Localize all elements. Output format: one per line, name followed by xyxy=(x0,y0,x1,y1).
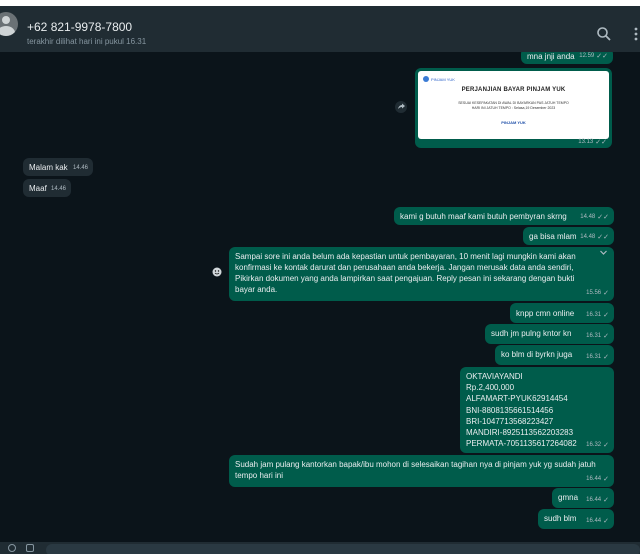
message-meta: 15.56 ✓ xyxy=(586,288,609,299)
contact-name: +62 821-9978-7800 xyxy=(27,20,133,34)
message-meta: 16.32 ✓ xyxy=(586,440,609,451)
message-bubble-out[interactable]: OKTAVIAYANDI Rp.2,400,000 ALFAMART-PYUK6… xyxy=(460,367,614,453)
read-receipt-icon: ✓ xyxy=(603,497,609,504)
emoji-reaction-icon[interactable] xyxy=(212,267,222,277)
document-line1: SESUAI KESEPAKATAN DI AWAL DI BAYARKAN P… xyxy=(458,101,569,105)
attach-icon[interactable] xyxy=(26,544,34,552)
message-time: 14.48 xyxy=(580,234,596,240)
message-meta: 16.44 ✓ xyxy=(586,474,609,485)
read-receipt-icon: ✓✓ xyxy=(597,234,609,241)
read-receipt-icon: ✓ xyxy=(603,290,609,297)
chat-area[interactable]: mna jnji anda 12.59 ✓✓ PINJAM YUK PERJANJ… xyxy=(0,52,640,542)
message-meta: 16.44 ✓ xyxy=(586,495,609,506)
message-meta: 16.44 ✓ xyxy=(586,516,609,527)
message-time: 15.56 xyxy=(586,290,602,296)
message-meta: 13.13 ✓✓ xyxy=(578,138,607,146)
message-time: 16.44 xyxy=(586,497,602,503)
contact-info[interactable]: +62 821-9978-7800 terakhir dilihat hari … xyxy=(27,20,146,46)
message-text: Sudah jam pulang kantorkan bapak/ibu moh… xyxy=(235,460,596,480)
read-receipt-icon: ✓ xyxy=(603,441,609,449)
avatar[interactable] xyxy=(0,12,18,36)
document-brand: PINJAM YUK xyxy=(501,120,526,125)
message-meta: 14.48 ✓✓ xyxy=(580,232,609,243)
message-input[interactable] xyxy=(46,544,640,554)
read-receipt-icon: ✓ xyxy=(603,354,609,361)
read-receipt-icon: ✓✓ xyxy=(595,139,607,146)
message-time: 16.31 xyxy=(586,333,602,339)
message-line: Rp.2,400,000 xyxy=(466,383,515,393)
read-receipt-icon: ✓ xyxy=(603,518,609,525)
message-meta: 14.46 xyxy=(73,163,88,174)
compose-bar xyxy=(0,542,640,554)
document-line2: HARI INI JATUH TEMPO : Selasa,19 Desembe… xyxy=(471,106,556,110)
message-line: BNI-8808135661514456 xyxy=(466,405,554,415)
message-bubble-out[interactable]: Sampai sore ini anda belum ada kepastian… xyxy=(229,247,614,301)
message-time: 16.32 xyxy=(586,441,602,448)
read-receipt-icon: ✓ xyxy=(603,476,609,483)
read-receipt-icon: ✓ xyxy=(603,312,609,319)
search-icon[interactable] xyxy=(596,26,612,42)
message-bubble-out[interactable]: Sudah jam pulang kantorkan bapak/ibu moh… xyxy=(229,455,614,487)
message-bubble-out[interactable]: gmna 16.44 ✓ xyxy=(552,488,614,508)
message-time: 13.13 xyxy=(578,139,594,145)
message-time: 14.46 xyxy=(72,165,88,171)
message-line: MANDIRI-8925113562203283 xyxy=(466,428,574,438)
message-time: 12.59 xyxy=(579,53,595,59)
message-meta: 16.31 ✓ xyxy=(586,331,609,342)
message-time: 14.48 xyxy=(580,214,596,220)
brand-logo: PINJAM YUK xyxy=(423,76,455,82)
message-line: ALFAMART-PYUK62914454 xyxy=(466,394,568,404)
read-receipt-icon: ✓✓ xyxy=(597,214,609,221)
message-bubble-out[interactable]: mna jnji anda 12.59 ✓✓ xyxy=(521,52,613,64)
message-bubble-out[interactable]: sudh blm 16.44 ✓ xyxy=(538,509,614,529)
emoji-icon[interactable] xyxy=(8,544,16,552)
message-meta: 12.59 ✓✓ xyxy=(579,52,608,62)
message-time: 16.44 xyxy=(586,518,602,524)
message-meta: 14.46 xyxy=(51,184,66,195)
message-text: kami g butuh maaf kami butuh pembyran sk… xyxy=(400,212,567,221)
forward-icon[interactable] xyxy=(395,101,407,113)
document-card[interactable]: PINJAM YUK PERJANJIAN BAYAR PINJAM YUK S… xyxy=(415,68,612,148)
message-line: OKTAVIAYANDI xyxy=(466,372,523,381)
chevron-down-icon[interactable] xyxy=(599,248,608,257)
menu-icon[interactable] xyxy=(628,26,640,42)
document-preview[interactable]: PINJAM YUK PERJANJIAN BAYAR PINJAM YUK S… xyxy=(418,71,609,139)
message-time: 16.31 xyxy=(586,312,602,318)
message-bubble-out[interactable]: knpp cmn online 16.31 ✓ xyxy=(510,303,614,323)
message-meta: 14.48 ✓✓ xyxy=(580,212,609,223)
message-line: BRI-1047713568223427 xyxy=(466,416,554,426)
message-bubble-in[interactable]: Malam kak 14.46 xyxy=(23,158,93,176)
message-time: 16.31 xyxy=(586,354,602,360)
contact-status: terakhir dilihat hari ini pukul 16.31 xyxy=(27,37,147,46)
message-bubble-out[interactable]: ko blm di byrkn juga 16.31 ✓ xyxy=(495,345,614,365)
document-title: PERJANJIAN BAYAR PINJAM YUK xyxy=(461,87,566,93)
chat-header: +62 821-9978-7800 terakhir dilihat hari … xyxy=(0,6,640,52)
message-bubble-in[interactable]: Maaf 14.46 xyxy=(23,179,71,197)
message-bubble-out[interactable]: ga bisa mlam 14.48 ✓✓ xyxy=(523,227,614,245)
message-meta: 16.31 ✓ xyxy=(586,352,609,363)
message-bubble-out[interactable]: sudh jm pulng kntor kn 16.31 ✓ xyxy=(485,324,614,344)
read-receipt-icon: ✓ xyxy=(603,333,609,340)
message-meta: 16.31 ✓ xyxy=(586,310,609,321)
message-time: 16.44 xyxy=(586,476,602,482)
message-text: Sampai sore ini anda belum ada kepastian… xyxy=(235,252,576,294)
message-time: 14.46 xyxy=(50,186,66,192)
read-receipt-icon: ✓✓ xyxy=(596,53,608,60)
message-bubble-out[interactable]: kami g butuh maaf kami butuh pembyran sk… xyxy=(394,207,614,225)
